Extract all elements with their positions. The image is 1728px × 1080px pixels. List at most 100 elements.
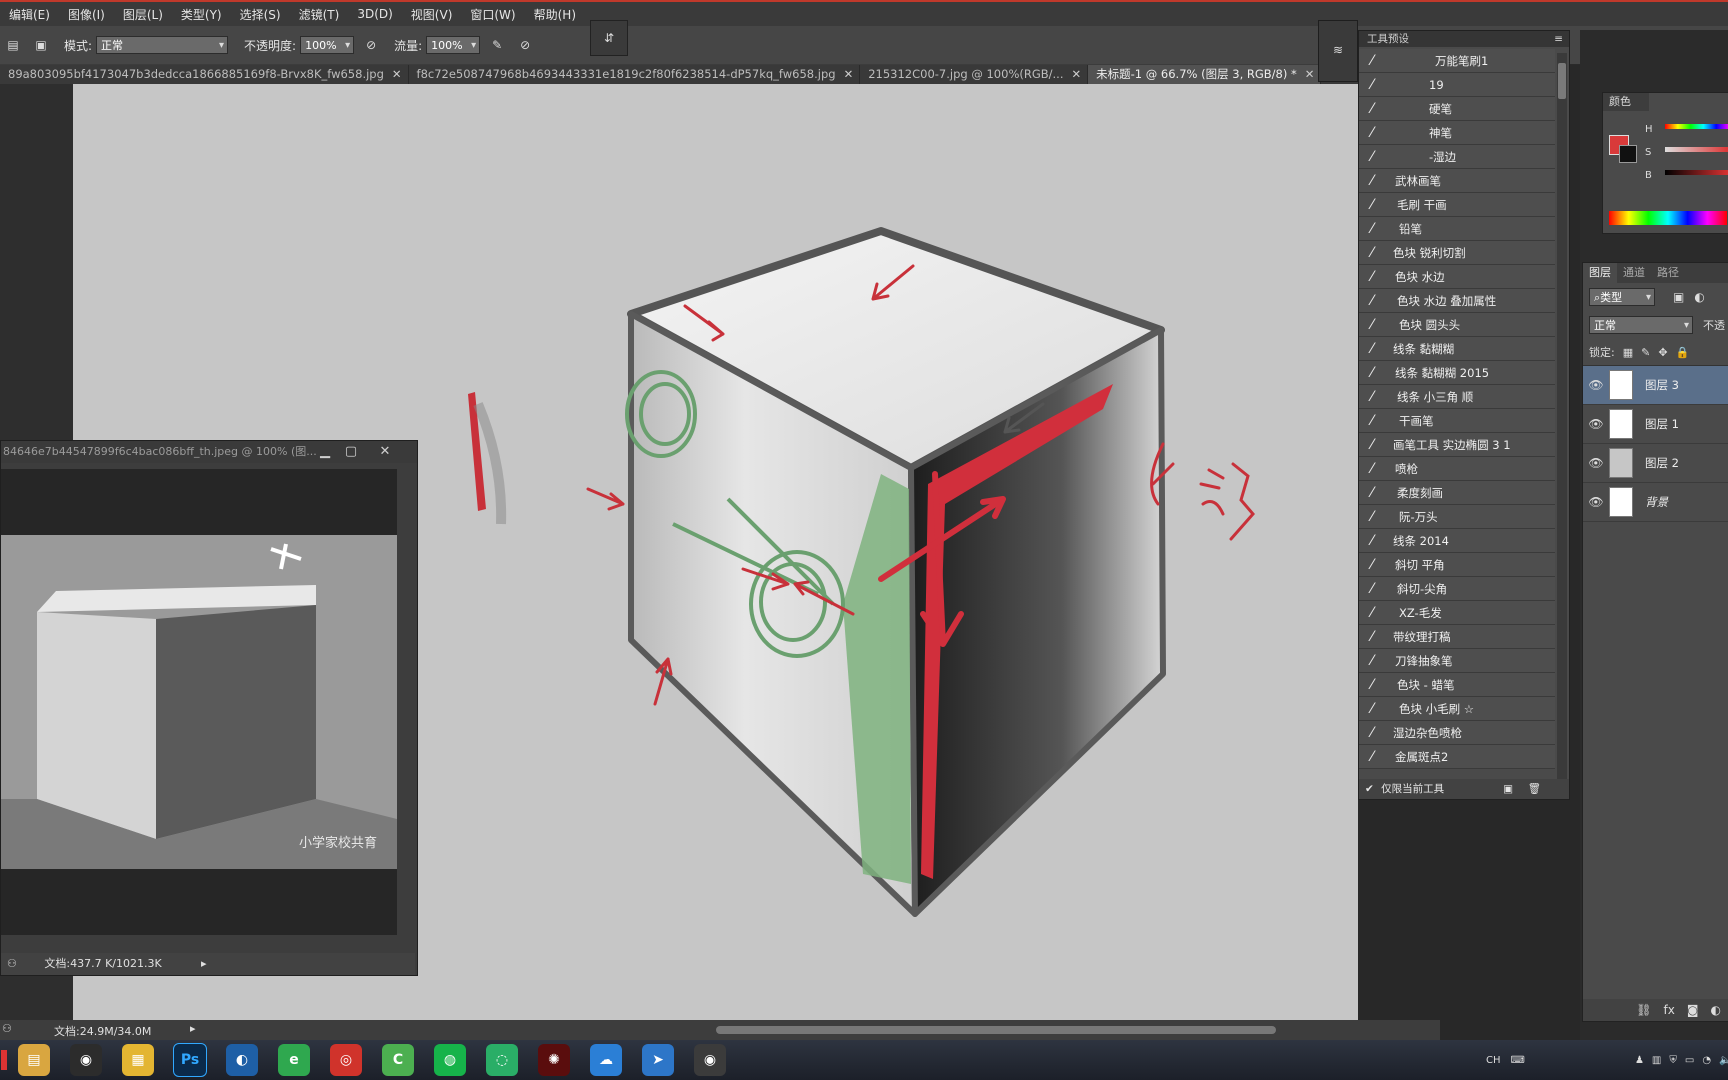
menu-item-4[interactable]: 选择(S) [231,6,290,23]
taskbar-app[interactable]: Ps [164,1041,216,1079]
close-tab-icon[interactable]: ✕ [1305,67,1315,81]
layers-panel-tab[interactable]: 通道 [1617,263,1651,283]
color-channel-slider[interactable] [1665,170,1728,175]
pressure-opacity-icon[interactable]: ⊘ [360,34,382,56]
taskbar-app[interactable]: ◎ [320,1041,372,1079]
filter-adjust-icon[interactable]: ◐ [1694,290,1704,304]
visibility-eye-icon[interactable]: 👁 [1583,456,1609,470]
screen-mode-icon[interactable]: ⚇ [7,957,17,970]
start-button[interactable] [0,1041,8,1079]
maximize-icon[interactable]: ▢ [339,441,363,463]
keyboard-icon[interactable]: ⌨ [1511,1055,1525,1066]
color-panel-tab[interactable]: 颜色 [1603,93,1649,111]
tool-preset-item[interactable]: ⁄ 金属斑点2 [1359,745,1555,769]
layer-row[interactable]: 👁 图层 2 [1583,444,1728,483]
taskbar-app[interactable]: ◌ [476,1041,528,1079]
menu-item-7[interactable]: 视图(V) [402,6,462,23]
taskbar-app[interactable]: e [268,1041,320,1079]
taskbar-app[interactable]: ▦ [112,1041,164,1079]
lock-all-icon[interactable]: 🔒 [1676,346,1690,359]
tool-preset-item[interactable]: ⁄ 带纹理打稿 [1359,625,1555,649]
pressure-size-icon[interactable]: ⊘ [514,34,536,56]
document-tab[interactable]: 215312C00-7.jpg @ 100%(RGB/... ✕ [860,65,1089,84]
tool-preset-item[interactable]: ⁄ 线条 黏糊糊 2015 [1359,361,1555,385]
minimize-icon[interactable]: ▁ [313,441,337,463]
menu-item-3[interactable]: 类型(Y) [172,6,231,23]
horizontal-scrollbar[interactable] [716,1026,1276,1034]
brush-panel-toggle-icon[interactable]: ▣ [30,34,52,56]
taskbar-app[interactable]: ◉ [684,1041,736,1079]
tray-app-icon[interactable]: ♟ [1635,1055,1644,1066]
layer-filter-select[interactable]: ⌕类型 [1589,288,1655,307]
tool-preset-item[interactable]: ⁄ 湿边杂色喷枪 [1359,721,1555,745]
taskbar-app[interactable]: ◐ [216,1041,268,1079]
volume-icon[interactable]: 🔈 [1719,1055,1728,1066]
tool-preset-picker-icon[interactable]: ▤ [2,34,24,56]
tool-preset-item[interactable]: ⁄ 色块 水边 叠加属性 [1359,289,1555,313]
tool-preset-item[interactable]: ⁄ 线条 黏糊糊 [1359,337,1555,361]
lock-pixels-icon[interactable]: ✎ [1641,346,1650,359]
tool-preset-item[interactable]: ⁄ 线条 2014 [1359,529,1555,553]
menu-item-9[interactable]: 帮助(H) [525,6,585,23]
color-spectrum-bar[interactable] [1609,211,1727,225]
tool-preset-item[interactable]: ⁄ 斜切 平角 [1359,553,1555,577]
tool-preset-item[interactable]: ⁄ 画笔工具 实边椭圆 3 1 [1359,433,1555,457]
tool-preset-item[interactable]: ⁄ 硬笔 [1359,97,1555,121]
new-preset-icon[interactable]: ▣ [1503,779,1513,799]
layer-style-icon[interactable]: fx [1664,1003,1675,1017]
tool-preset-item[interactable]: ⁄ XZ-毛发 [1359,601,1555,625]
close-icon[interactable]: ✕ [373,441,397,463]
close-tab-icon[interactable]: ✕ [392,67,402,81]
close-tab-icon[interactable]: ✕ [844,67,854,81]
taskbar-app[interactable]: ◉ [60,1041,112,1079]
taskbar-app[interactable]: ☁ [580,1041,632,1079]
lock-transparent-icon[interactable]: ▦ [1623,346,1633,359]
floating-tool-icon[interactable]: ⇵ [590,20,628,56]
menu-item-1[interactable]: 图像(I) [59,6,114,23]
delete-preset-icon[interactable]: 🗑 [1528,779,1541,799]
visibility-eye-icon[interactable]: 👁 [1583,495,1609,509]
reference-image-window[interactable]: 84646e7b44547899f6c4bac086bff_th.jpeg @ … [0,440,418,976]
visibility-eye-icon[interactable]: 👁 [1583,378,1609,392]
document-tab[interactable]: f8c72e508747968b4693443331e1819c2f80f623… [408,65,861,84]
visibility-eye-icon[interactable]: 👁 [1583,417,1609,431]
airbrush-icon[interactable]: ✎ [486,34,508,56]
taskbar-app[interactable]: ✺ [528,1041,580,1079]
status-arrow-icon[interactable]: ▸ [190,1022,196,1035]
wifi-icon[interactable]: ◔ [1702,1055,1711,1066]
network-icon[interactable]: ▥ [1652,1055,1661,1066]
color-channel-slider[interactable] [1665,124,1728,129]
tool-preset-item[interactable]: ⁄ 喷枪 [1359,457,1555,481]
close-tab-icon[interactable]: ✕ [1072,67,1082,81]
link-layers-icon[interactable]: ⛓ [1636,1003,1651,1017]
menu-item-8[interactable]: 窗口(W) [461,6,524,23]
layer-row[interactable]: 👁 图层 3 [1583,366,1728,405]
panel-menu-icon[interactable]: ≡ [1554,31,1563,47]
layer-row[interactable]: 👁 背景 [1583,483,1728,522]
input-language[interactable]: CH [1486,1055,1501,1066]
layers-panel-tab[interactable]: 图层 [1583,263,1617,283]
menu-item-2[interactable]: 图层(L) [114,6,172,23]
taskbar-app[interactable]: ➤ [632,1041,684,1079]
screen-mode-icon[interactable]: ⚇ [2,1022,12,1035]
tool-preset-item[interactable]: ⁄ 色块 小毛刷 ☆ [1359,697,1555,721]
tool-preset-item[interactable]: ⁄ 毛刷 干画 [1359,193,1555,217]
tool-preset-item[interactable]: ⁄ 干画笔 [1359,409,1555,433]
tool-preset-item[interactable]: ⁄ 色块 水边 [1359,265,1555,289]
flow-input[interactable]: 100% [426,36,481,55]
tool-preset-item[interactable]: ⁄ 万能笔刷1 [1359,49,1555,73]
tool-preset-item[interactable]: ⁄ 色块 锐利切割 [1359,241,1555,265]
opacity-input[interactable]: 100% [300,36,355,55]
mode-select[interactable]: 正常 [96,36,229,55]
tool-preset-item[interactable]: ⁄ 柔度刻画 [1359,481,1555,505]
tool-presets-scrollbar[interactable] [1557,53,1567,781]
add-mask-icon[interactable]: ◙ [1687,1003,1699,1017]
security-icon[interactable]: ⛨ [1669,1055,1677,1066]
menu-item-5[interactable]: 滤镜(T) [290,6,349,23]
status-arrow-icon[interactable]: ▸ [201,953,207,975]
layers-panel-tab[interactable]: 路径 [1651,263,1685,283]
display-icon[interactable]: ▭ [1685,1055,1694,1066]
filter-image-icon[interactable]: ▣ [1673,290,1684,304]
color-channel-slider[interactable] [1665,147,1728,152]
tool-preset-item[interactable]: ⁄ 19 [1359,73,1555,97]
